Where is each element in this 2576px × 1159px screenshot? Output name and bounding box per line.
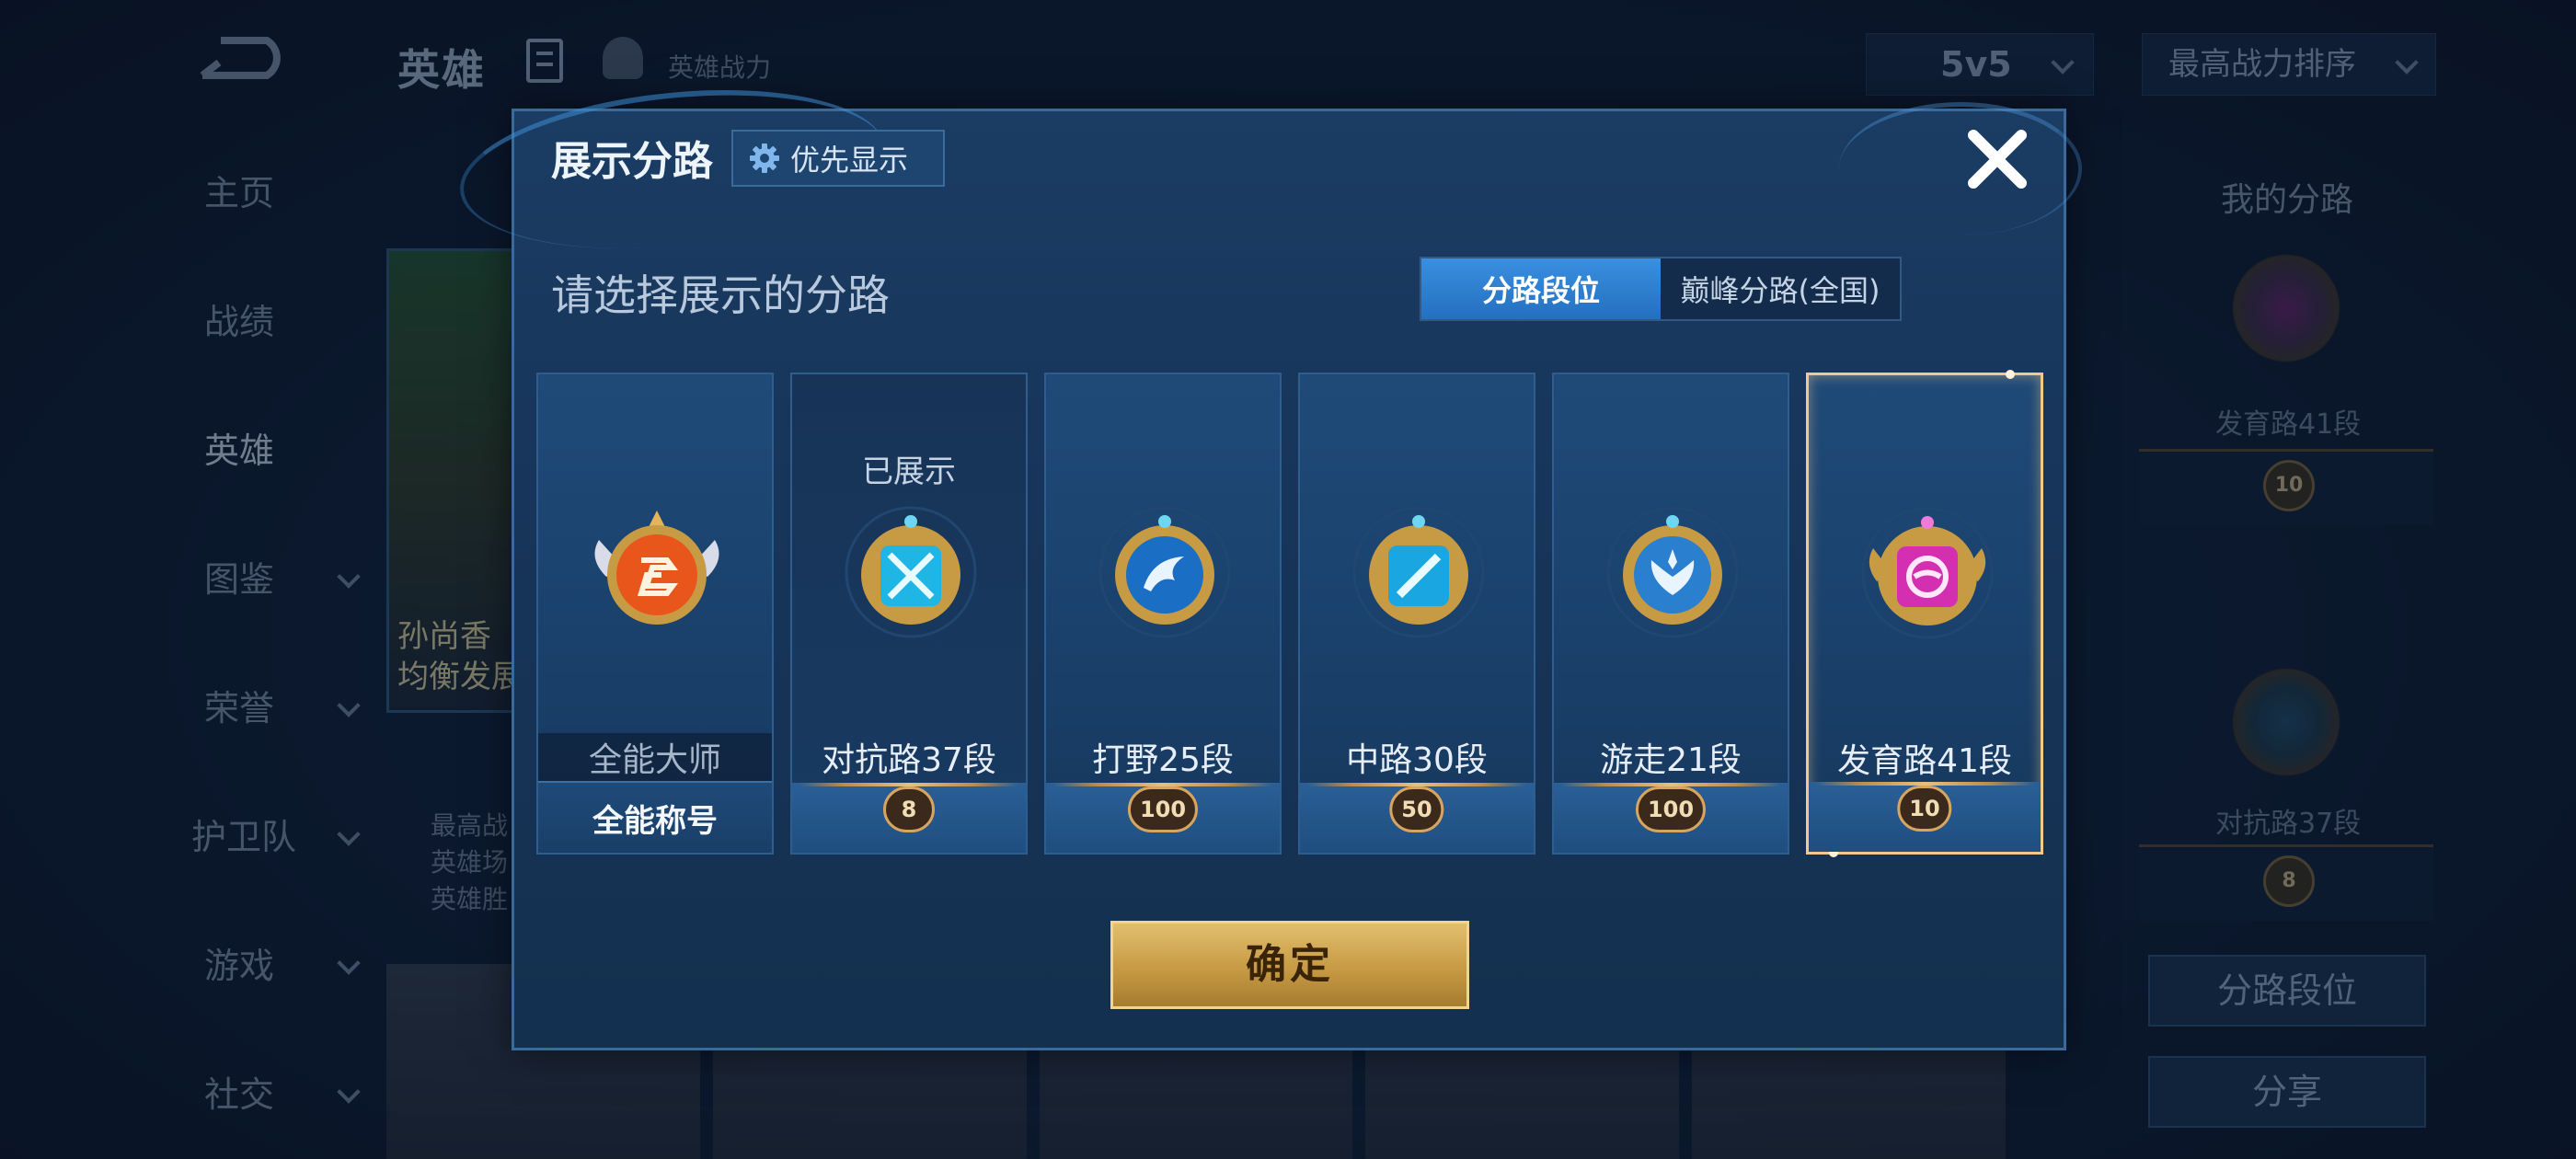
tab-lane-rank[interactable]: 分路段位 xyxy=(1421,258,1661,319)
rank-badge: 50 xyxy=(1389,786,1444,832)
lane-type-toggle: 分路段位 巅峰分路(全国) xyxy=(1420,257,1902,321)
confirm-button[interactable]: 确定 xyxy=(1110,921,1469,1009)
lane-label: 对抗路37段 xyxy=(822,741,996,779)
roam-emblem-icon xyxy=(1606,506,1739,638)
rank-badge: 8 xyxy=(883,786,935,832)
farm-lane-emblem-icon xyxy=(1861,507,1994,639)
lane-label: 发育路41段 xyxy=(1837,742,2012,780)
lane-label: 游走21段 xyxy=(1600,741,1742,779)
tab-peak-lane[interactable]: 巅峰分路(全国) xyxy=(1661,258,1900,319)
lane-display-dialog: 展示分路 优先显示 请选择展示的分路 分路段位 巅峰分路(全国) 全能大师 全能… xyxy=(452,71,2082,1050)
lane-card-all-round[interactable]: 全能大师 全能称号 xyxy=(536,373,774,855)
clash-lane-emblem-icon xyxy=(845,506,977,638)
rank-badge: 100 xyxy=(1635,786,1707,832)
lane-card-list: 全能大师 全能称号 已展示 对抗路37段 8 打野25段 100 中路30段 5… xyxy=(536,370,2045,857)
rank-footer: 100 xyxy=(1554,783,1788,853)
lane-card-roam[interactable]: 游走21段 100 xyxy=(1552,373,1789,855)
lane-card-jungle[interactable]: 打野25段 100 xyxy=(1044,373,1282,855)
lane-card-clash[interactable]: 已展示 对抗路37段 8 xyxy=(790,373,1028,855)
mid-lane-emblem-icon xyxy=(1352,506,1485,638)
jungle-emblem-icon xyxy=(1098,506,1231,638)
close-icon[interactable] xyxy=(1959,120,2036,198)
rank-footer: 10 xyxy=(1809,782,2041,852)
dialog-subtitle: 请选择展示的分路 xyxy=(551,270,890,320)
corner-sparkle xyxy=(2006,370,2015,379)
lane-card-mid[interactable]: 中路30段 50 xyxy=(1298,373,1535,855)
all-round-master-emblem-icon xyxy=(594,511,719,625)
rank-footer: 8 xyxy=(792,783,1026,853)
priority-display-label: 优先显示 xyxy=(790,143,909,178)
lane-card-farm[interactable]: 发育路41段 10 xyxy=(1806,370,2043,857)
rank-badge: 10 xyxy=(1897,786,1952,832)
rank-badge: 100 xyxy=(1127,786,1199,832)
rank-footer: 100 xyxy=(1046,783,1280,853)
lane-label: 打野25段 xyxy=(1092,741,1234,779)
priority-display-button[interactable]: 优先显示 xyxy=(731,130,945,187)
displayed-tag: 已展示 xyxy=(862,453,956,490)
gear-icon xyxy=(750,143,779,173)
rank-footer: 50 xyxy=(1300,783,1534,853)
lane-label: 中路30段 xyxy=(1346,741,1488,779)
title-footer: 全能称号 xyxy=(538,781,772,853)
dialog-title: 展示分路 xyxy=(551,138,713,185)
